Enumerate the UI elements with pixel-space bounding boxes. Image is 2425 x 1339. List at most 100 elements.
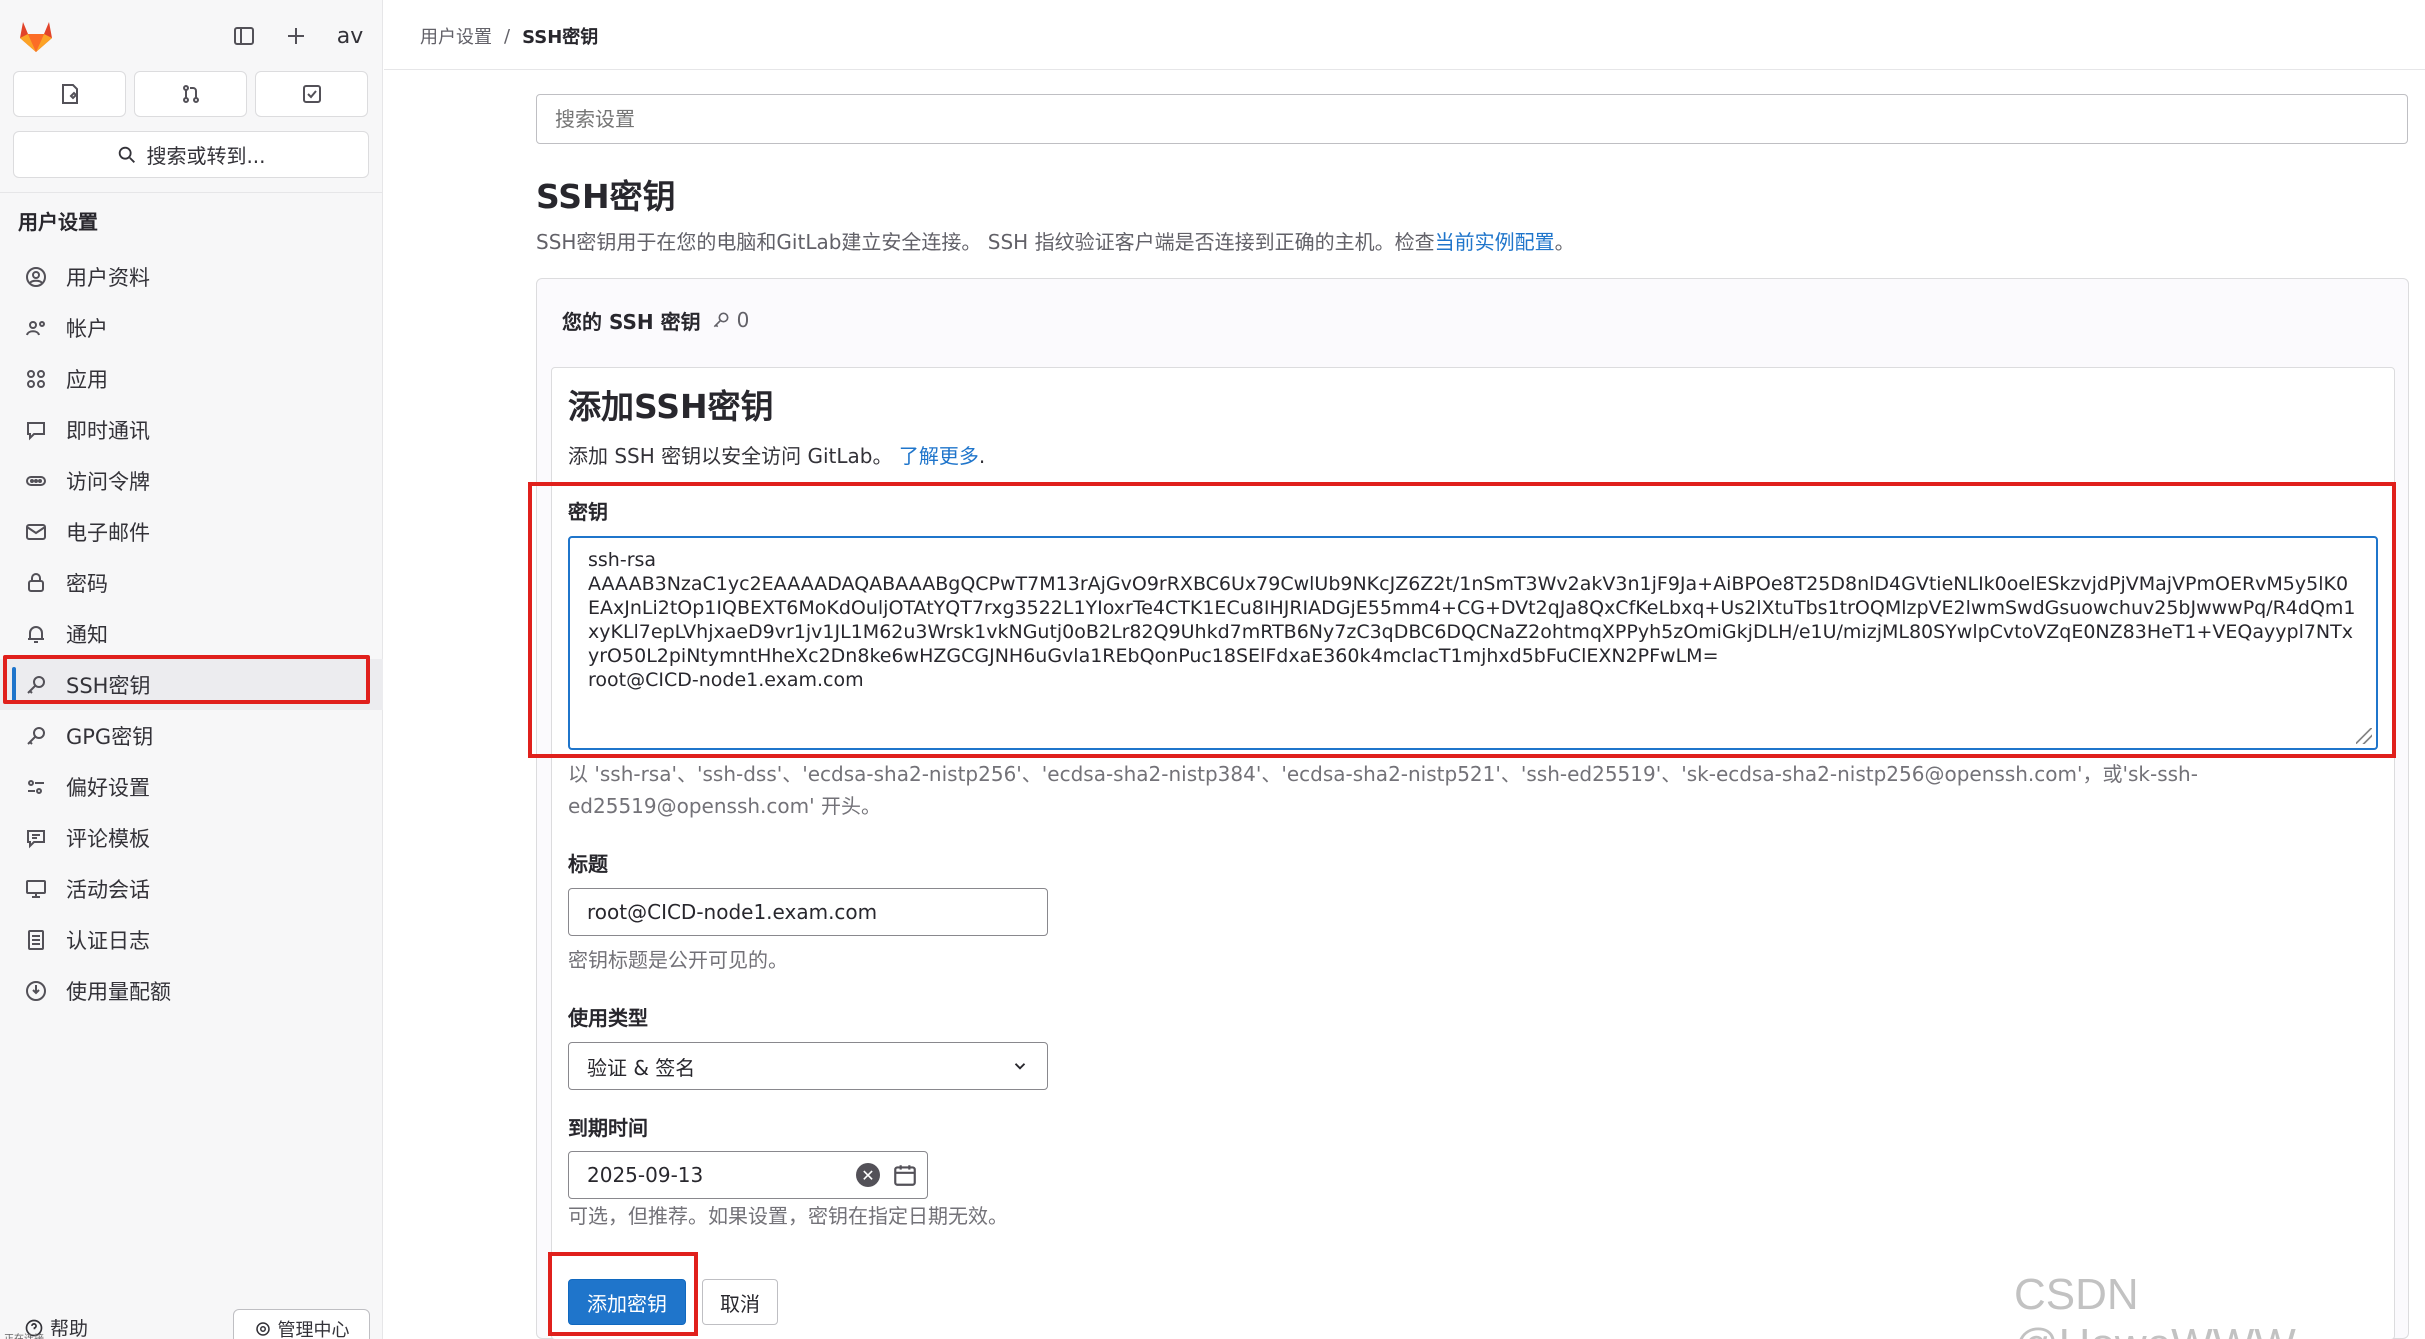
sidebar-item-label: 用户资料 <box>66 265 150 290</box>
key-textarea[interactable]: ssh-rsa AAAAB3NzaC1yc2EAAAADAQABAAABgQCP… <box>568 536 2378 750</box>
sidebar-item-account[interactable]: 帐户 <box>0 302 383 353</box>
clear-date-icon[interactable]: ✕ <box>856 1163 880 1187</box>
create-new-icon[interactable] <box>278 18 314 54</box>
sidebar-item-preferences[interactable]: 偏好设置 <box>0 761 383 812</box>
issues-icon <box>61 84 78 104</box>
sidebar-section-title: 用户设置 <box>18 210 98 234</box>
sidebar-item-label: 访问令牌 <box>66 469 150 494</box>
sidebar-item-label: GPG密钥 <box>66 724 154 749</box>
sidebar-item-label: 帐户 <box>66 316 108 341</box>
watermark: CSDN @HoweWWW <box>2014 1270 2296 1339</box>
admin-area-label: 管理中心 <box>277 1320 350 1339</box>
chevron-down-icon <box>1014 1063 1026 1070</box>
breadcrumb: 用户设置 / SSH密钥 <box>420 23 598 49</box>
sidebar: av 搜索或转到... 用户设置 用户资料 帐户 应用 即时通讯 访问令牌 电子… <box>0 0 383 1339</box>
cancel-button[interactable]: 取消 <box>702 1279 778 1325</box>
admin-area-button[interactable]: 管理中心 <box>233 1309 370 1339</box>
learn-more-link[interactable]: 了解更多 <box>899 444 979 468</box>
sidebar-item-emails[interactable]: 电子邮件 <box>0 506 383 557</box>
lock-icon <box>28 572 44 592</box>
learn-more-end: . <box>978 444 986 468</box>
ssh-keys-count-value: 0 <box>736 308 750 332</box>
sidebar-divider <box>0 192 383 193</box>
sidebar-item-label: 偏好设置 <box>66 775 150 800</box>
key-icon <box>713 312 729 328</box>
expiry-date-value: 2025-09-13 <box>587 1163 704 1187</box>
sidebar-item-chat[interactable]: 即时通讯 <box>0 404 383 455</box>
sidebar-item-label: 活动会话 <box>66 877 150 902</box>
breadcrumb-separator: / <box>504 25 511 47</box>
add-ssh-key-description-text: 添加 SSH 密钥以安全访问 GitLab。 <box>568 444 893 468</box>
issues-button[interactable] <box>13 71 126 117</box>
page-description: SSH密钥用于在您的电脑和GitLab建立安全连接。 SSH 指纹验证客户端是否… <box>536 226 1575 255</box>
page-description-end: 。 <box>1554 230 1575 254</box>
usage-type-label: 使用类型 <box>568 1006 648 1030</box>
comment-icon <box>27 829 45 848</box>
sidebar-item-label: 密码 <box>66 571 108 596</box>
key-help-text: 以 'ssh-rsa'、'ssh-dss'、'ecdsa-sha2-nistp2… <box>568 762 2198 818</box>
add-key-button[interactable]: 添加密钥 <box>568 1279 686 1325</box>
account-icon <box>26 320 45 335</box>
top-bar: 用户设置 / SSH密钥 <box>384 0 2425 70</box>
todo-icon <box>302 85 321 103</box>
sidebar-item-ssh-keys[interactable]: SSH密钥 <box>0 659 383 710</box>
preferences-icon <box>28 779 44 794</box>
sidebar-item-password[interactable]: 密码 <box>0 557 383 608</box>
sidebar-item-label: 评论模板 <box>66 826 150 851</box>
sidebar-item-label: 应用 <box>66 367 108 392</box>
sidebar-item-label: SSH密钥 <box>66 673 151 698</box>
sidebar-item-profile[interactable]: 用户资料 <box>0 251 383 302</box>
sidebar-item-label: 认证日志 <box>66 928 150 953</box>
quota-icon <box>26 980 46 1001</box>
title-input[interactable]: root@CICD-node1.exam.com <box>568 888 1048 936</box>
sidebar-item-comment-templates[interactable]: 评论模板 <box>0 812 383 863</box>
merge-request-icon <box>182 85 199 103</box>
monitor-icon <box>26 879 46 898</box>
sidebar-item-applications[interactable]: 应用 <box>0 353 383 404</box>
sidebar-item-access-tokens[interactable]: 访问令牌 <box>0 455 383 506</box>
sidebar-item-notifications[interactable]: 通知 <box>0 608 383 659</box>
sidebar-item-gpg-keys[interactable]: GPG密钥 <box>0 710 383 761</box>
instance-config-link[interactable]: 当前实例配置 <box>1435 230 1555 254</box>
breadcrumb-parent[interactable]: 用户设置 <box>420 23 492 49</box>
sidebar-toggle-icon[interactable] <box>226 18 262 54</box>
sidebar-item-active-sessions[interactable]: 活动会话 <box>0 863 383 914</box>
sidebar-item-auth-log[interactable]: 认证日志 <box>0 914 383 965</box>
title-label: 标题 <box>568 852 608 876</box>
gitlab-logo-icon[interactable] <box>16 16 56 56</box>
profile-icon <box>26 266 46 287</box>
avatar[interactable]: av <box>332 18 368 54</box>
token-icon <box>26 475 46 486</box>
settings-search-input[interactable] <box>536 94 2408 144</box>
expiry-label: 到期时间 <box>568 1116 648 1140</box>
help-label: 帮助 <box>50 1318 89 1339</box>
key-label: 密钥 <box>568 500 608 524</box>
ssh-keys-card-title: 您的 SSH 密钥 <box>562 309 701 334</box>
sidebar-item-label: 电子邮件 <box>66 520 150 545</box>
applications-icon <box>27 369 45 388</box>
page-description-text: SSH密钥用于在您的电脑和GitLab建立安全连接。 SSH 指纹验证客户端是否… <box>536 230 1435 254</box>
browser-status-text: 正在连接... <box>4 1330 54 1339</box>
sidebar-nav: 用户资料 帐户 应用 即时通讯 访问令牌 电子邮件 密码 通知 SSH密钥 GP… <box>0 251 383 1016</box>
chat-icon <box>27 421 45 440</box>
title-help-text: 密钥标题是公开可见的。 <box>568 948 788 972</box>
breadcrumb-current[interactable]: SSH密钥 <box>522 23 598 49</box>
sidebar-item-label: 即时通讯 <box>66 418 150 443</box>
todos-button[interactable] <box>255 71 368 117</box>
sidebar-item-label: 使用量配额 <box>66 979 171 1004</box>
add-ssh-key-title: 添加SSH密钥 <box>568 387 774 426</box>
search-or-go-label: 搜索或转到... <box>146 144 266 168</box>
add-ssh-key-description: 添加 SSH 密钥以安全访问 GitLab。 了解更多. <box>568 440 985 469</box>
search-icon <box>119 146 136 163</box>
merge-requests-button[interactable] <box>134 71 247 117</box>
key-icon <box>27 675 45 694</box>
calendar-icon[interactable] <box>892 1162 918 1188</box>
mail-icon <box>26 523 46 540</box>
usage-type-select[interactable]: 验证 & 签名 <box>568 1042 1048 1090</box>
ssh-keys-card-header: 您的 SSH 密钥 0 <box>537 279 2408 361</box>
usage-type-value: 验证 & 签名 <box>587 1055 696 1080</box>
key-icon <box>27 726 45 745</box>
search-or-go-button[interactable]: 搜索或转到... <box>13 131 369 178</box>
sidebar-item-usage-quotas[interactable]: 使用量配额 <box>0 965 383 1016</box>
ssh-keys-count: 0 <box>711 308 750 332</box>
